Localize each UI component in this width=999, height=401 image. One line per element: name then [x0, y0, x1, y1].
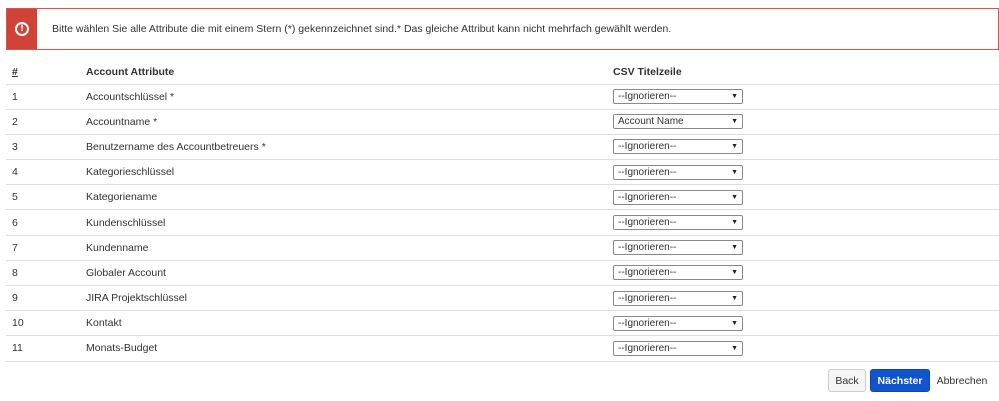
csv-column-cell: --Ignorieren-- ▼ — [606, 134, 999, 161]
account-attribute-name: Kundenschlüssel — [79, 209, 606, 236]
select-value: --Ignorieren-- — [618, 141, 677, 153]
caret-down-icon: ▼ — [731, 269, 738, 277]
csv-column-cell: --Ignorieren-- ▼ — [606, 335, 999, 362]
account-attribute-name: Monats-Budget — [79, 335, 606, 362]
row-number: 2 — [6, 109, 79, 135]
caret-down-icon: ▼ — [731, 193, 738, 201]
column-header-csv-titelzeile: CSV Titelzeile — [606, 60, 999, 85]
account-attribute-name: Kontakt — [79, 310, 606, 337]
exclamation-circle-icon: ! — [15, 22, 29, 36]
select-value: --Ignorieren-- — [618, 191, 677, 203]
csv-column-cell: Account Name ▼ — [606, 109, 999, 135]
caret-down-icon: ▼ — [731, 294, 738, 302]
account-attribute-name: Accountname * — [79, 109, 606, 135]
error-alert: ! Bitte wählen Sie alle Attribute die mi… — [6, 8, 999, 50]
select-value: --Ignorieren-- — [618, 91, 677, 103]
table-row: 2 Accountname * Account Name ▼ — [6, 109, 999, 135]
caret-down-icon: ▼ — [731, 168, 738, 176]
select-value: --Ignorieren-- — [618, 292, 677, 304]
table-row: 4 Kategorieschlüssel --Ignorieren-- ▼ — [6, 159, 999, 186]
csv-column-cell: --Ignorieren-- ▼ — [606, 235, 999, 261]
csv-column-cell: --Ignorieren-- ▼ — [606, 184, 999, 211]
account-attribute-name: Kategorieschlüssel — [79, 159, 606, 186]
account-attribute-name: Kundenname — [79, 235, 606, 261]
select-value: Account Name — [618, 116, 684, 128]
row-number: 8 — [6, 260, 79, 287]
csv-column-cell: --Ignorieren-- ▼ — [606, 285, 999, 312]
table-row: 11 Monats-Budget --Ignorieren-- ▼ — [6, 335, 999, 362]
csv-column-select[interactable]: --Ignorieren-- ▼ — [613, 215, 743, 231]
csv-column-select[interactable]: --Ignorieren-- ▼ — [613, 164, 743, 180]
csv-column-select[interactable]: Account Name ▼ — [613, 114, 743, 130]
select-value: --Ignorieren-- — [618, 166, 677, 178]
row-number: 10 — [6, 310, 79, 337]
account-attribute-name: Accountschlüssel * — [79, 84, 606, 110]
caret-down-icon: ▼ — [731, 93, 738, 101]
table-row: 10 Kontakt --Ignorieren-- ▼ — [6, 310, 999, 337]
wizard-button-row: Back Nächster Abbrechen — [828, 369, 993, 392]
caret-down-icon: ▼ — [731, 143, 738, 151]
account-attribute-name: Globaler Account — [79, 260, 606, 287]
row-number: 7 — [6, 235, 79, 261]
back-button[interactable]: Back — [828, 369, 866, 392]
csv-column-select[interactable]: --Ignorieren-- ▼ — [613, 139, 743, 155]
caret-down-icon: ▼ — [731, 319, 738, 327]
next-button[interactable]: Nächster — [870, 369, 930, 392]
csv-column-cell: --Ignorieren-- ▼ — [606, 260, 999, 287]
csv-column-select[interactable]: --Ignorieren-- ▼ — [613, 340, 743, 356]
select-value: --Ignorieren-- — [618, 242, 677, 254]
table-row: 9 JIRA Projektschlüssel --Ignorieren-- ▼ — [6, 285, 999, 312]
account-attribute-name: Benutzername des Accountbetreuers * — [79, 134, 606, 161]
select-value: --Ignorieren-- — [618, 267, 677, 279]
csv-column-cell: --Ignorieren-- ▼ — [606, 84, 999, 110]
select-value: --Ignorieren-- — [618, 317, 677, 329]
table-row: 1 Accountschlüssel * --Ignorieren-- ▼ — [6, 84, 999, 110]
row-number: 5 — [6, 184, 79, 211]
row-number: 11 — [6, 335, 79, 362]
alert-message: Bitte wählen Sie alle Attribute die mit … — [52, 23, 672, 35]
csv-column-select[interactable]: --Ignorieren-- ▼ — [613, 189, 743, 205]
column-header-number[interactable]: # — [6, 60, 79, 85]
account-attribute-name: JIRA Projektschlüssel — [79, 285, 606, 312]
csv-column-select[interactable]: --Ignorieren-- ▼ — [613, 89, 743, 105]
select-value: --Ignorieren-- — [618, 217, 677, 229]
table-header-row: # Account Attribute CSV Titelzeile — [6, 60, 999, 85]
table-row: 5 Kategoriename --Ignorieren-- ▼ — [6, 184, 999, 211]
alert-icon-box: ! — [7, 9, 37, 49]
select-value: --Ignorieren-- — [618, 342, 677, 354]
csv-column-select[interactable]: --Ignorieren-- ▼ — [613, 240, 743, 256]
row-number: 1 — [6, 84, 79, 110]
row-number: 9 — [6, 285, 79, 312]
csv-column-select[interactable]: --Ignorieren-- ▼ — [613, 265, 743, 281]
csv-column-cell: --Ignorieren-- ▼ — [606, 310, 999, 337]
account-attribute-name: Kategoriename — [79, 184, 606, 211]
caret-down-icon: ▼ — [731, 118, 738, 126]
table-row: 6 Kundenschlüssel --Ignorieren-- ▼ — [6, 209, 999, 236]
caret-down-icon: ▼ — [731, 244, 738, 252]
caret-down-icon: ▼ — [731, 219, 738, 227]
column-header-account-attribute: Account Attribute — [79, 60, 606, 85]
table-row: 3 Benutzername des Accountbetreuers * --Ig… — [6, 134, 999, 161]
caret-down-icon: ▼ — [731, 344, 738, 352]
row-number: 4 — [6, 159, 79, 186]
table-row: 8 Globaler Account --Ignorieren-- ▼ — [6, 260, 999, 287]
attribute-mapping-table: # Account Attribute CSV Titelzeile 1 Acco… — [6, 60, 999, 362]
cancel-button[interactable]: Abbrechen — [931, 369, 993, 392]
csv-column-select[interactable]: --Ignorieren-- ▼ — [613, 290, 743, 306]
row-number: 6 — [6, 209, 79, 236]
table-row: 7 Kundenname --Ignorieren-- ▼ — [6, 235, 999, 261]
csv-column-cell: --Ignorieren-- ▼ — [606, 209, 999, 236]
row-number: 3 — [6, 134, 79, 161]
csv-column-cell: --Ignorieren-- ▼ — [606, 159, 999, 186]
csv-column-select[interactable]: --Ignorieren-- ▼ — [613, 315, 743, 331]
